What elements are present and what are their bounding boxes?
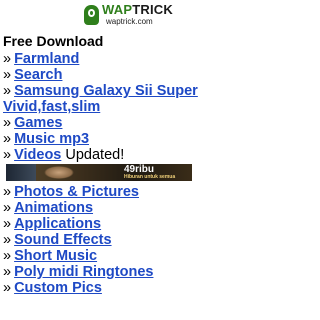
applications-link[interactable]: Applications — [14, 216, 101, 232]
menu-item-sound-effects: » Sound Effects — [3, 232, 249, 248]
header: WAPTRICK waptrick.com — [0, 0, 250, 32]
banner-row: 49ribu Hiburan untuk semua — [3, 164, 249, 181]
logo-wordmark-dark: TRICK — [132, 2, 173, 17]
waptrick-logo[interactable]: WAPTRICK waptrick.com — [84, 3, 176, 29]
download-menu: » Farmland » Search » Samsung Galaxy Sii Su… — [3, 51, 249, 296]
ad-banner[interactable]: 49ribu Hiburan untuk semua — [6, 164, 192, 181]
logo-wordmark: WAPTRICK — [102, 3, 173, 17]
page-title: Free Download — [3, 33, 104, 49]
bullet: » — [3, 115, 12, 131]
menu-item-music: » Music mp3 — [3, 131, 249, 147]
logo-domain: waptrick.com — [106, 17, 153, 26]
bullet: » — [3, 184, 12, 200]
samsung-galaxy-link[interactable]: Samsung Galaxy Sii Super Vivid,fast,slim — [3, 83, 198, 115]
menu-item-photos: » Photos & Pictures — [3, 184, 249, 200]
bullet: » — [3, 147, 12, 163]
custom-pics-link[interactable]: Custom Pics — [14, 280, 102, 296]
menu-item-search: » Search — [3, 67, 249, 83]
waptrick-logo-icon — [84, 5, 99, 25]
games-link[interactable]: Games — [14, 115, 62, 131]
animations-link[interactable]: Animations — [14, 200, 93, 216]
menu-item-short-music: » Short Music — [3, 248, 249, 264]
bullet: » — [3, 264, 12, 280]
banner-photo — [44, 166, 74, 179]
bullet: » — [3, 248, 12, 264]
bullet: » — [3, 216, 12, 232]
sound-effects-link[interactable]: Sound Effects — [14, 232, 111, 248]
videos-link[interactable]: Videos — [14, 147, 61, 163]
logo-wordmark-green: WAP — [102, 2, 133, 17]
bullet: » — [3, 51, 12, 67]
music-mp3-link[interactable]: Music mp3 — [14, 131, 89, 147]
short-music-link[interactable]: Short Music — [14, 248, 97, 264]
menu-item-applications: » Applications — [3, 216, 249, 232]
menu-item-poly-midi: » Poly midi Ringtones — [3, 264, 249, 280]
bullet: » — [3, 131, 12, 147]
banner-left-image — [6, 164, 36, 181]
search-link[interactable]: Search — [14, 67, 62, 83]
menu-item-samsung: » Samsung Galaxy Sii Super Vivid,fast,sli… — [3, 83, 249, 115]
menu-item-farmland: » Farmland — [3, 51, 249, 67]
photos-pictures-link[interactable]: Photos & Pictures — [14, 184, 139, 200]
menu-item-videos: » Videos Updated! — [3, 147, 249, 163]
bullet: » — [3, 232, 12, 248]
bullet: » — [3, 200, 12, 216]
bullet: » — [3, 280, 12, 296]
poly-midi-ringtones-link[interactable]: Poly midi Ringtones — [14, 264, 153, 280]
bullet: » — [3, 67, 12, 83]
menu-item-animations: » Animations — [3, 200, 249, 216]
menu-item-custom-pics: » Custom Pics — [3, 280, 249, 296]
farmland-link[interactable]: Farmland — [14, 51, 79, 67]
menu-item-games: » Games — [3, 115, 249, 131]
bullet: » — [3, 83, 12, 99]
updated-badge: Updated! — [65, 147, 125, 163]
banner-subtext: Hiburan untuk semua — [124, 174, 176, 180]
